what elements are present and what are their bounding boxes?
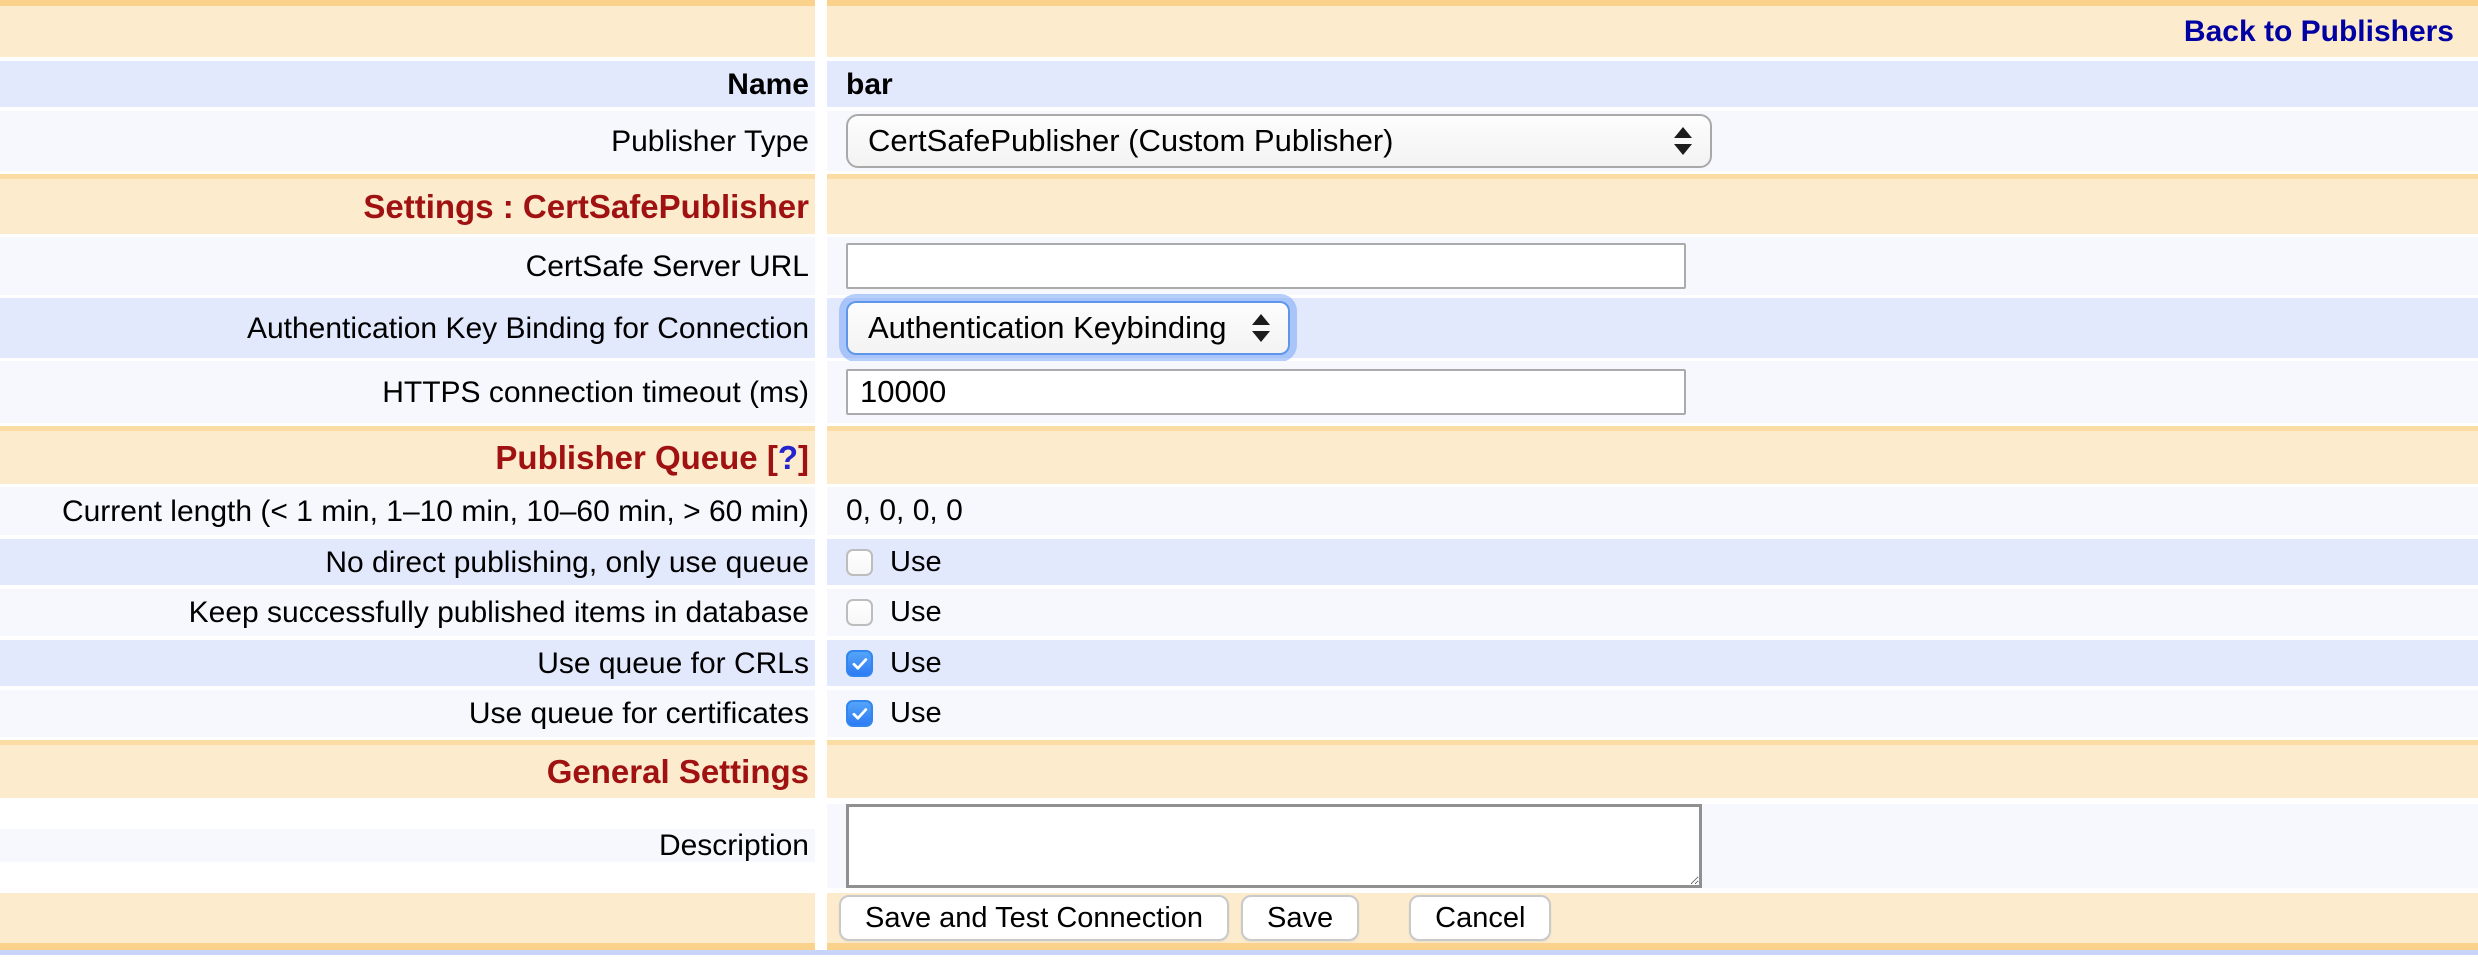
no-direct-publishing-row: No direct publishing, only use queue Use	[0, 539, 2478, 585]
bottom-border-strip	[0, 943, 2478, 950]
use-checkbox-label: Use	[890, 697, 942, 730]
use-queue-for-crls-row: Use queue for CRLs Use	[0, 640, 2478, 686]
cancel-button[interactable]: Cancel	[1409, 895, 1551, 941]
back-to-publishers-link[interactable]: Back to Publishers	[2184, 15, 2454, 49]
certsafe-url-label: CertSafe Server URL	[526, 250, 809, 283]
use-checkbox-label: Use	[890, 647, 942, 680]
current-length-label: Current length (< 1 min, 1–10 min, 10–60…	[62, 495, 809, 528]
https-timeout-input[interactable]	[846, 369, 1686, 415]
select-arrows-icon	[1674, 127, 1692, 155]
description-row: Description	[0, 801, 2478, 890]
no-direct-publishing-checkbox[interactable]	[846, 549, 873, 576]
publisher-queue-header-row: Publisher Queue [?]	[0, 426, 2478, 484]
keep-published-items-label: Keep successfully published items in dat…	[189, 596, 809, 629]
check-icon	[850, 704, 869, 723]
auth-key-binding-row: Authentication Key Binding for Connectio…	[0, 298, 2478, 358]
publisher-type-select[interactable]: CertSafePublisher (Custom Publisher)	[846, 114, 1712, 168]
save-button[interactable]: Save	[1241, 895, 1359, 941]
check-icon	[850, 654, 869, 673]
description-textarea[interactable]	[846, 804, 1702, 888]
publisher-queue-section-title: Publisher Queue [?]	[495, 439, 809, 477]
settings-section-header-row: Settings : CertSafePublisher	[0, 174, 2478, 234]
help-bracket-close: ]	[798, 439, 809, 476]
use-checkbox-label: Use	[890, 596, 942, 629]
https-timeout-row: HTTPS connection timeout (ms)	[0, 361, 2478, 423]
publisher-type-selected-option: CertSafePublisher (Custom Publisher)	[868, 123, 1660, 159]
back-link-row: Back to Publishers	[0, 6, 2478, 57]
help-bracket-open: [	[767, 439, 778, 476]
use-queue-for-certificates-checkbox-group[interactable]: Use	[846, 697, 942, 730]
save-and-test-connection-button[interactable]: Save and Test Connection	[839, 895, 1229, 941]
general-settings-section-title: General Settings	[547, 753, 809, 791]
auth-key-binding-selected-option: Authentication Keybinding	[868, 310, 1238, 346]
name-label: Name	[727, 68, 809, 101]
publisher-queue-help-link[interactable]: ?	[778, 439, 798, 476]
keep-published-items-checkbox[interactable]	[846, 599, 873, 626]
use-queue-for-certificates-checkbox[interactable]	[846, 700, 873, 727]
name-value: bar	[846, 68, 893, 101]
publisher-type-label: Publisher Type	[611, 125, 809, 158]
general-settings-header-row: General Settings	[0, 740, 2478, 798]
use-queue-for-crls-checkbox-group[interactable]: Use	[846, 647, 942, 680]
current-length-value: 0, 0, 0, 0	[846, 494, 963, 528]
current-length-row: Current length (< 1 min, 1–10 min, 10–60…	[0, 487, 2478, 535]
use-queue-for-crls-label: Use queue for CRLs	[537, 647, 809, 680]
use-checkbox-label: Use	[890, 546, 942, 579]
back-row-right-cell: Back to Publishers	[827, 6, 2478, 57]
auth-key-binding-label: Authentication Key Binding for Connectio…	[247, 312, 809, 345]
settings-section-title: Settings : CertSafePublisher	[363, 188, 809, 226]
no-direct-publishing-checkbox-group[interactable]: Use	[846, 546, 942, 579]
description-label: Description	[659, 829, 809, 862]
back-row-left-cell	[0, 6, 815, 57]
use-queue-for-certificates-row: Use queue for certificates Use	[0, 690, 2478, 737]
use-queue-for-crls-checkbox[interactable]	[846, 650, 873, 677]
name-row: Name bar	[0, 61, 2478, 107]
select-arrows-icon	[1252, 314, 1270, 342]
keep-published-items-checkbox-group[interactable]: Use	[846, 596, 942, 629]
use-queue-for-certificates-label: Use queue for certificates	[469, 697, 809, 730]
certsafe-url-row: CertSafe Server URL	[0, 237, 2478, 295]
https-timeout-label: HTTPS connection timeout (ms)	[382, 376, 809, 409]
auth-key-binding-select[interactable]: Authentication Keybinding	[846, 301, 1290, 355]
certsafe-url-input[interactable]	[846, 243, 1686, 289]
bottom-blue-line	[0, 950, 2478, 955]
keep-published-items-row: Keep successfully published items in dat…	[0, 589, 2478, 636]
no-direct-publishing-label: No direct publishing, only use queue	[325, 546, 809, 579]
actions-row: Save and Test Connection Save Cancel	[0, 893, 2478, 943]
publisher-type-row: Publisher Type CertSafePublisher (Custom…	[0, 111, 2478, 171]
